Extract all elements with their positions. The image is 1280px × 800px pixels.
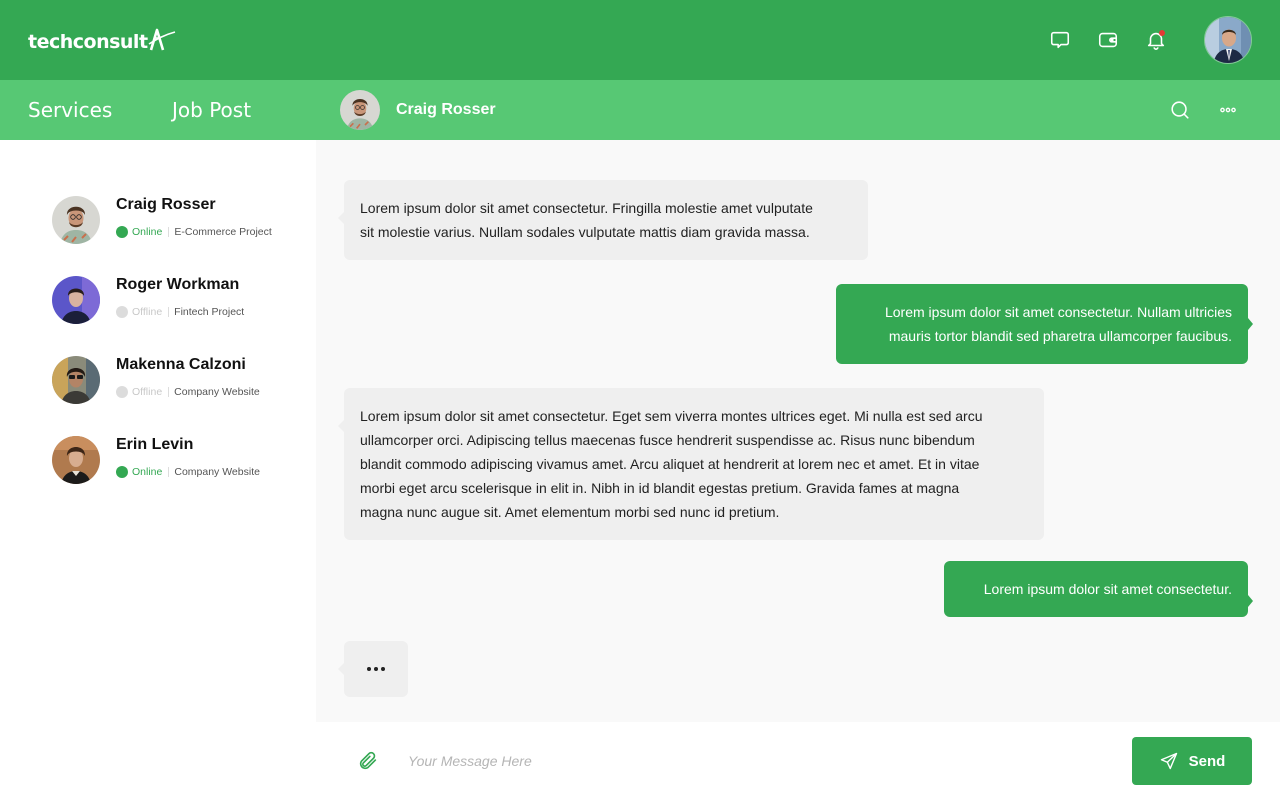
meta-divider (168, 387, 170, 397)
more-icon[interactable] (1216, 98, 1240, 122)
message-line: Lorem ipsum dolor sit amet consectetur. … (360, 408, 983, 424)
contact-name: Makenna Calzoni (116, 356, 246, 373)
message-line: ullamcorper orci. Adipiscing tellus maec… (360, 432, 975, 448)
online-status-dot (116, 226, 128, 238)
contact-project: E-Commerce Project (174, 226, 272, 238)
nav-services[interactable]: Services (28, 98, 112, 122)
meta-divider (168, 307, 170, 317)
incoming-message: Lorem ipsum dolor sit amet consectetur. … (338, 388, 1044, 540)
message-line: sit molestie varius. Nullam sodales vulp… (360, 224, 810, 240)
contact-avatar (52, 356, 100, 404)
message-line: mauris tortor blandit sed pharetra ullam… (888, 328, 1232, 344)
contact-item[interactable]: Roger Workman Offline Fintech Project (52, 272, 302, 328)
nav-job-post[interactable]: Job Post (172, 98, 251, 122)
typing-indicator (338, 641, 408, 697)
message-line: Lorem ipsum dolor sit amet consectetur. (983, 581, 1232, 597)
message-line: magna nunc augue sit. Amet elementum mor… (360, 504, 780, 520)
brand-logo[interactable]: techconsult (28, 28, 176, 56)
notification-dot (1159, 30, 1165, 36)
search-icon[interactable] (1168, 98, 1192, 122)
offline-status-dot (116, 306, 128, 318)
active-chat-name: Craig Rosser (396, 101, 496, 118)
offline-status-dot (116, 386, 128, 398)
contact-item[interactable]: Makenna Calzoni Offline Company Website (52, 352, 302, 408)
chat-bubble-icon[interactable] (1048, 28, 1072, 52)
active-chat-avatar (340, 90, 380, 130)
wallet-icon[interactable] (1096, 28, 1120, 52)
contact-status: Offline (132, 386, 163, 398)
meta-divider (168, 467, 170, 477)
contact-meta: Offline Company Website (116, 386, 260, 398)
contact-meta: Offline Fintech Project (116, 306, 244, 318)
contact-project: Company Website (174, 386, 260, 398)
send-icon (1160, 752, 1177, 770)
send-button[interactable]: Send (1132, 737, 1252, 785)
contact-project: Fintech Project (174, 306, 245, 318)
contact-avatar (52, 436, 100, 484)
typing-dot (374, 667, 378, 671)
message-line: blandit commodo adipiscing vivamus amet.… (360, 456, 980, 472)
contact-name: Craig Rosser (116, 196, 216, 213)
typing-dot (367, 667, 371, 671)
contact-avatar (52, 276, 100, 324)
incoming-message: Lorem ipsum dolor sit amet consectetur. … (338, 180, 868, 260)
contact-status: Online (132, 226, 163, 238)
outgoing-message: Lorem ipsum dolor sit amet consectetur. … (836, 284, 1253, 364)
meta-divider (168, 227, 170, 237)
contact-item[interactable]: Erin Levin Online Company Website (52, 432, 302, 488)
top-bar (0, 0, 1280, 80)
message-line: morbi eget arcu scelerisque in elit in. … (360, 480, 960, 496)
paperclip-icon[interactable] (356, 749, 380, 773)
contact-avatar (52, 196, 100, 244)
send-label: Send (1188, 752, 1226, 770)
profile-avatar[interactable] (1204, 16, 1252, 64)
contact-name: Roger Workman (116, 276, 240, 293)
contact-project: Company Website (174, 466, 260, 478)
message-input[interactable] (400, 745, 1100, 777)
message-line: Lorem ipsum dolor sit amet consectetur. … (884, 304, 1232, 320)
contact-name: Erin Levin (116, 436, 194, 453)
bell-icon[interactable] (1144, 28, 1168, 52)
contact-status: Online (132, 466, 163, 478)
contact-meta: Online Company Website (116, 466, 260, 478)
online-status-dot (116, 466, 128, 478)
message-line: Lorem ipsum dolor sit amet consectetur. … (360, 200, 813, 216)
typing-dot (381, 667, 385, 671)
contact-status: Offline (132, 306, 163, 318)
outgoing-message: Lorem ipsum dolor sit amet consectetur. (944, 561, 1253, 617)
contact-item[interactable]: Craig Rosser Online E-Commerce Project (52, 192, 302, 248)
brand-mark-icon (148, 27, 176, 58)
contact-meta: Online E-Commerce Project (116, 226, 272, 238)
brand-name: techconsult (28, 31, 148, 53)
